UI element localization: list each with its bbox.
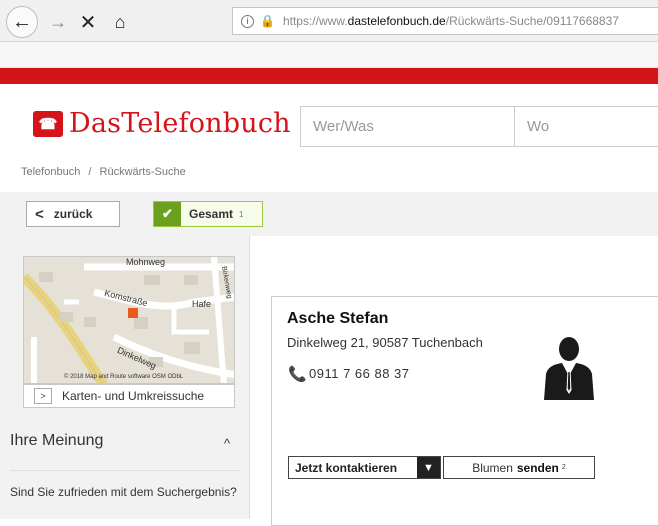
opinion-heading[interactable]: Ihre Meinung: [10, 432, 250, 450]
breadcrumb-separator: /: [88, 166, 92, 178]
result-address: Dinkelweg 21, 90587 Tuchenbach: [287, 335, 483, 350]
divider: [10, 470, 240, 471]
home-icon[interactable]: ⌂: [108, 10, 132, 34]
address-bar[interactable]: i 🔒 https://www. dastelefonbuch.de/Rückwä…: [232, 7, 658, 35]
brand-bar: [0, 68, 658, 84]
map-credit: © 2018 Map and Route software OSM ODbL: [64, 374, 184, 380]
breadcrumb-home[interactable]: Telefonbuch: [21, 166, 80, 178]
opinion-question: Sind Sie zufrieden mit dem Suchergebnis?: [10, 485, 237, 499]
chevron-up-icon[interactable]: ^: [224, 436, 230, 451]
map-search-link[interactable]: > Karten- und Umkreissuche: [23, 384, 235, 408]
check-icon: ✔: [154, 202, 181, 226]
close-icon[interactable]: ✕: [76, 10, 100, 34]
back-button[interactable]: < zurück: [26, 201, 120, 227]
contact-button[interactable]: Jetzt kontaktieren ▼: [288, 456, 441, 479]
result-name[interactable]: Asche Stefan: [287, 310, 388, 328]
back-arrow-icon[interactable]: ←: [6, 6, 38, 38]
flowers-bold: senden: [516, 460, 559, 475]
breadcrumb: Telefonbuch / Rückwärts-Suche: [21, 166, 186, 178]
search-where-input[interactable]: Wo: [514, 106, 658, 147]
result-card: [271, 296, 658, 526]
result-phone[interactable]: 0911 7 66 88 37: [309, 366, 410, 381]
chevron-down-icon[interactable]: ▼: [417, 457, 440, 478]
url-domain: dastelefonbuch.de: [347, 14, 446, 28]
flowers-prefix: Blumen: [472, 460, 513, 475]
chevron-left-icon: <: [35, 205, 44, 223]
lock-icon: 🔒: [260, 14, 275, 28]
info-icon[interactable]: i: [241, 14, 254, 28]
logo-text: DasTelefonbuch: [69, 108, 291, 139]
total-filter-label: Gesamt: [189, 207, 234, 221]
back-button-label: zurück: [53, 207, 93, 221]
map-preview[interactable]: Mohnweg Komstraße Hafe Dinkelweg Birkenw…: [23, 256, 235, 384]
url-protocol: https://www.: [282, 14, 348, 28]
forward-arrow-icon[interactable]: →: [46, 10, 70, 34]
send-flowers-button[interactable]: Blumen senden 2: [443, 456, 595, 479]
map-graphic: [24, 257, 234, 383]
chevron-right-icon: >: [34, 388, 52, 404]
phone-icon: 📞: [288, 366, 307, 383]
logo-mark-icon: ☎: [33, 110, 63, 137]
site-logo[interactable]: ☎ DasTelefonbuch: [33, 108, 291, 139]
person-avatar-icon: [544, 337, 594, 400]
map-label-street: Mohnweg: [126, 257, 166, 267]
search-who-input[interactable]: Wer/Was: [300, 106, 514, 147]
contact-button-label: Jetzt kontaktieren: [295, 460, 398, 475]
flowers-footnote: 2: [561, 464, 566, 471]
total-filter-count: 1: [239, 209, 244, 219]
total-filter-chip[interactable]: ✔ Gesamt 1: [153, 201, 263, 227]
browser-toolbar: ← → ✕ ⌂ i 🔒 https://www. dastelefonbuch.d…: [0, 0, 658, 42]
bookmark-strip: [0, 42, 658, 68]
breadcrumb-current: Rückwärts-Suche: [99, 166, 186, 178]
url-path: /Rückwärts-Suche/09117668837: [445, 14, 619, 28]
map-location-marker: [128, 308, 138, 318]
map-search-label: Karten- und Umkreissuche: [62, 389, 205, 403]
map-label-street: Hafe: [192, 299, 212, 309]
